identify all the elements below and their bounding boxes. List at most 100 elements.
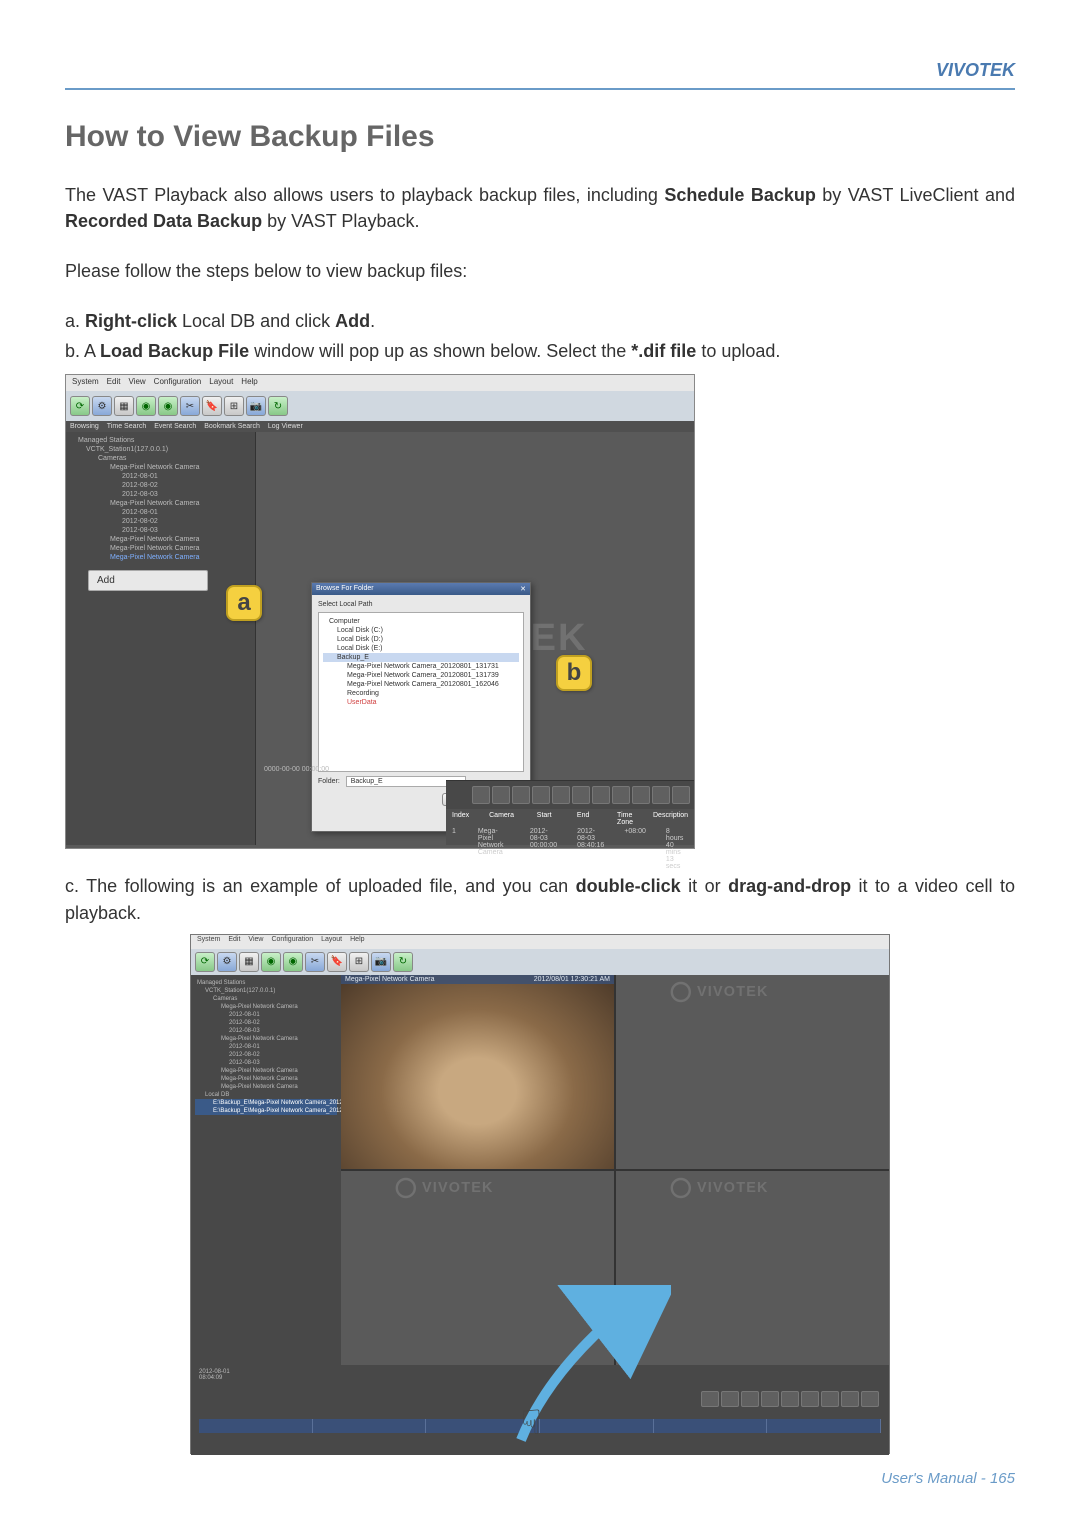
sc-menu-edit[interactable]: Edit — [228, 936, 240, 948]
tree-station[interactable]: VCTK_Station1(127.0.0.1) — [70, 445, 251, 454]
sc-ctrl-9[interactable] — [861, 1391, 879, 1407]
sc-date-2[interactable]: 2012-08-02 — [195, 1019, 337, 1027]
table-row[interactable]: 1 Mega-Pixel Network Camera 2012-08-03 0… — [452, 827, 688, 871]
menu-layout[interactable]: Layout — [209, 377, 233, 389]
toolbar-btn-3[interactable]: ▦ — [114, 396, 134, 416]
tab-timesearch[interactable]: Time Search — [107, 423, 146, 430]
sc-ctrl-3[interactable] — [741, 1391, 759, 1407]
sc-tree-local[interactable]: Local DB — [195, 1091, 337, 1099]
node-e[interactable]: Local Disk (E:) — [323, 644, 519, 653]
node-userdata[interactable]: UserData — [323, 698, 519, 707]
sc-menu-help[interactable]: Help — [350, 936, 364, 948]
sc-date-2b[interactable]: 2012-08-02 — [195, 1051, 337, 1059]
tree-cam4[interactable]: Mega-Pixel Network Camera — [70, 544, 251, 553]
sc-ctrl-8[interactable] — [841, 1391, 859, 1407]
sc-tb-7[interactable]: 🔖 — [327, 952, 347, 972]
sc-backup-1[interactable]: E:\Backup_E\Mega-Pixel Network Camera_20… — [195, 1099, 337, 1107]
sc-tb-1[interactable]: ⟳ — [195, 952, 215, 972]
sidebar-tree[interactable]: Managed Stations VCTK_Station1(127.0.0.1… — [66, 432, 256, 845]
toolbar-btn-6[interactable]: ✂ — [180, 396, 200, 416]
tab-browsing[interactable]: Browsing — [70, 423, 99, 430]
node-f2[interactable]: Mega-Pixel Network Camera_20120801_13173… — [323, 671, 519, 680]
tree-cameras[interactable]: Cameras — [70, 454, 251, 463]
tab-logviewer[interactable]: Log Viewer — [268, 423, 303, 430]
pb-btn-4[interactable] — [532, 786, 550, 804]
video-cell-1[interactable]: Mega-Pixel Network Camera 2012/08/01 12:… — [341, 975, 614, 1169]
toolbar-btn-7[interactable]: 🔖 — [202, 396, 222, 416]
sc-menu-view[interactable]: View — [248, 936, 263, 948]
sc-tree-station[interactable]: VCTK_Station1(127.0.0.1) — [195, 987, 337, 995]
toolbar-btn-8[interactable]: ⊞ — [224, 396, 244, 416]
menu-view[interactable]: View — [128, 377, 145, 389]
sc-tb-4[interactable]: ◉ — [261, 952, 281, 972]
toolbar-btn-5[interactable]: ◉ — [158, 396, 178, 416]
node-f1[interactable]: Mega-Pixel Network Camera_20120801_13173… — [323, 662, 519, 671]
toolbar-btn-4[interactable]: ◉ — [136, 396, 156, 416]
menu-edit[interactable]: Edit — [107, 377, 121, 389]
sc-ctrl-4[interactable] — [761, 1391, 779, 1407]
menu-help[interactable]: Help — [241, 377, 257, 389]
sc-menu-config[interactable]: Configuration — [271, 936, 313, 948]
video-cell-3[interactable]: VIVOTEK — [341, 1171, 614, 1365]
pb-btn-1[interactable] — [472, 786, 490, 804]
tree-date2-3[interactable]: 2012-08-03 — [70, 526, 251, 535]
menu-system[interactable]: System — [72, 377, 99, 389]
toolbar-btn-1[interactable]: ⟳ — [70, 396, 90, 416]
tree-date-2[interactable]: 2012-08-02 — [70, 481, 251, 490]
sc-menu-layout[interactable]: Layout — [321, 936, 342, 948]
tree-cam2[interactable]: Mega-Pixel Network Camera — [70, 499, 251, 508]
sc-ctrl-7[interactable] — [821, 1391, 839, 1407]
sc-tb-6[interactable]: ✂ — [305, 952, 325, 972]
sc-ctrl-2[interactable] — [721, 1391, 739, 1407]
sc-date-1[interactable]: 2012-08-01 — [195, 1011, 337, 1019]
pb-btn-8[interactable] — [612, 786, 630, 804]
sc-date-3[interactable]: 2012-08-03 — [195, 1027, 337, 1035]
sc-backup-2[interactable]: E:\Backup_E\Mega-Pixel Network Camera_20… — [195, 1107, 337, 1115]
pb-btn-2[interactable] — [492, 786, 510, 804]
sc-date-3b[interactable]: 2012-08-03 — [195, 1059, 337, 1067]
sc-date-1b[interactable]: 2012-08-01 — [195, 1043, 337, 1051]
tab-eventsearch[interactable]: Event Search — [154, 423, 196, 430]
tree-cam1[interactable]: Mega-Pixel Network Camera — [70, 463, 251, 472]
dialog-close-icon[interactable]: ✕ — [520, 585, 526, 593]
menu-configuration[interactable]: Configuration — [154, 377, 202, 389]
node-d[interactable]: Local Disk (D:) — [323, 635, 519, 644]
tree-date2-1[interactable]: 2012-08-01 — [70, 508, 251, 517]
tree-date-3[interactable]: 2012-08-03 — [70, 490, 251, 499]
sc-sidebar[interactable]: Managed Stations VCTK_Station1(127.0.0.1… — [191, 975, 341, 1365]
pb-btn-10[interactable] — [652, 786, 670, 804]
tree-root[interactable]: Managed Stations — [70, 436, 251, 445]
sc-tree-cam[interactable]: Mega-Pixel Network Camera — [195, 1003, 337, 1011]
sc-tree-cam3[interactable]: Mega-Pixel Network Camera — [195, 1067, 337, 1075]
tab-bookmarksearch[interactable]: Bookmark Search — [204, 423, 260, 430]
sc-tree-root[interactable]: Managed Stations — [195, 979, 337, 987]
sc-tb-9[interactable]: 📷 — [371, 952, 391, 972]
sc-tb-10[interactable]: ↻ — [393, 952, 413, 972]
tree-cam5[interactable]: Mega-Pixel Network Camera — [70, 553, 251, 562]
sc-ctrl-5[interactable] — [781, 1391, 799, 1407]
sc-tree-cam2[interactable]: Mega-Pixel Network Camera — [195, 1035, 337, 1043]
video-cell-2[interactable]: VIVOTEK — [616, 975, 889, 1169]
video-cell-4[interactable]: VIVOTEK — [616, 1171, 889, 1365]
pb-btn-7[interactable] — [592, 786, 610, 804]
tree-cam3[interactable]: Mega-Pixel Network Camera — [70, 535, 251, 544]
sc-tb-3[interactable]: ▦ — [239, 952, 259, 972]
pb-btn-6[interactable] — [572, 786, 590, 804]
node-c[interactable]: Local Disk (C:) — [323, 626, 519, 635]
node-f3[interactable]: Mega-Pixel Network Camera_20120801_16204… — [323, 680, 519, 689]
dialog-tree[interactable]: Computer Local Disk (C:) Local Disk (D:)… — [318, 612, 524, 772]
sc-tb-2[interactable]: ⚙ — [217, 952, 237, 972]
sc-tb-5[interactable]: ◉ — [283, 952, 303, 972]
sc-ctrl-6[interactable] — [801, 1391, 819, 1407]
pb-btn-11[interactable] — [672, 786, 690, 804]
sc-tree-cam5[interactable]: Mega-Pixel Network Camera — [195, 1083, 337, 1091]
pb-btn-3[interactable] — [512, 786, 530, 804]
context-menu-add[interactable]: Add — [88, 570, 208, 591]
sc-tree-cameras[interactable]: Cameras — [195, 995, 337, 1003]
pb-btn-5[interactable] — [552, 786, 570, 804]
toolbar-btn-10[interactable]: ↻ — [268, 396, 288, 416]
node-recording[interactable]: Recording — [323, 689, 519, 698]
pb-btn-9[interactable] — [632, 786, 650, 804]
node-backup[interactable]: Backup_E — [323, 653, 519, 662]
sc-menu-system[interactable]: System — [197, 936, 220, 948]
